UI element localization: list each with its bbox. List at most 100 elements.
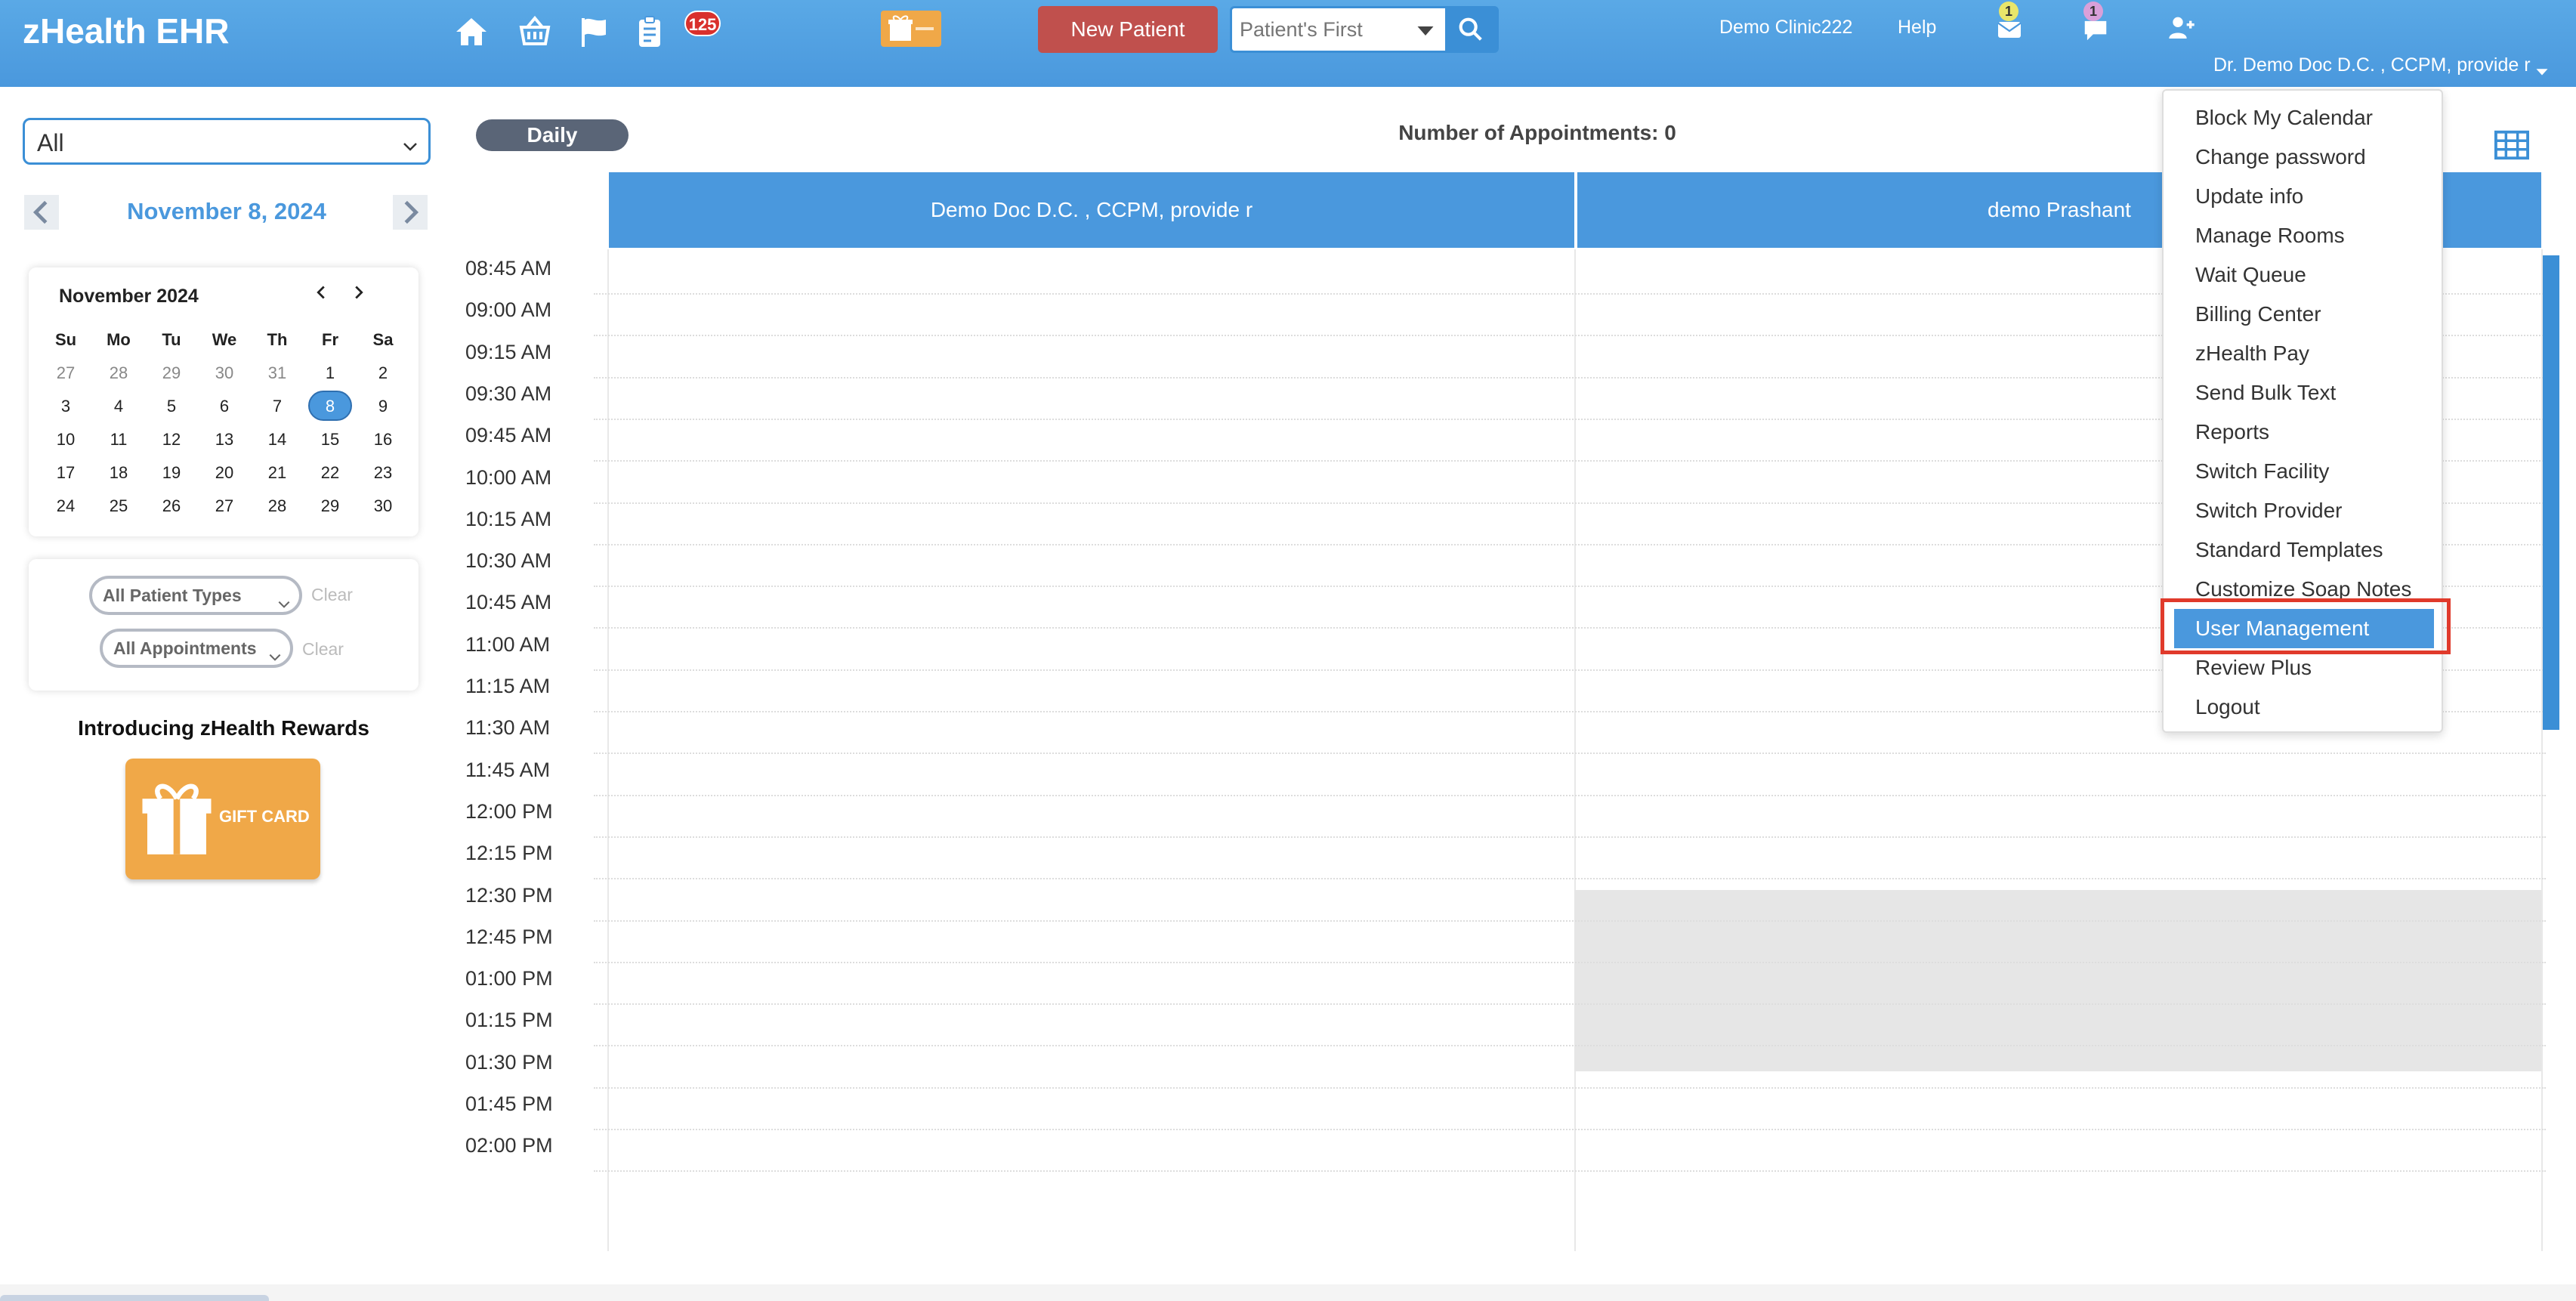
calendar-day[interactable]: 25 — [92, 490, 145, 523]
column-divider — [607, 249, 609, 1251]
menu-item-manage-rooms[interactable]: Manage Rooms — [2165, 216, 2442, 255]
provider-column-header[interactable]: Demo Doc D.C. , CCPM, provide r — [609, 172, 1574, 248]
time-slot-label: 10:15 AM — [465, 507, 552, 530]
new-patient-button[interactable]: New Patient — [1038, 6, 1218, 53]
calendar-day[interactable]: 28 — [251, 490, 304, 523]
clinic-name-link[interactable]: Demo Clinic222 — [1719, 17, 1852, 39]
add-user-icon[interactable] — [2165, 12, 2198, 42]
blocked-time-slot[interactable] — [1574, 890, 2541, 1071]
appointments-select[interactable]: All Appointments — [100, 629, 293, 668]
basket-icon[interactable] — [515, 14, 554, 50]
gift-icon — [142, 783, 212, 854]
home-icon[interactable] — [452, 14, 491, 50]
calendar-day[interactable]: 2 — [357, 357, 409, 390]
patient-search-input[interactable] — [1240, 13, 1406, 46]
clipboard-icon[interactable] — [630, 14, 669, 50]
time-slot-label: 11:30 AM — [465, 716, 551, 740]
notification-count-badge[interactable]: 125 — [684, 11, 721, 36]
app-title[interactable]: zHealth EHR — [23, 11, 229, 51]
next-day-button[interactable] — [393, 195, 428, 230]
calendar-day[interactable]: 21 — [251, 456, 304, 490]
calendar-day[interactable]: 22 — [304, 456, 357, 490]
calendar-day-label: 2 — [378, 363, 388, 382]
patient-types-select[interactable]: All Patient Types — [89, 576, 302, 615]
menu-item-switch-provider[interactable]: Switch Provider — [2165, 491, 2442, 530]
calendar-day[interactable]: 29 — [304, 490, 357, 523]
clear-appointments-button[interactable]: Clear — [302, 639, 344, 660]
previous-day-button[interactable] — [24, 195, 59, 230]
menu-item-billing-center[interactable]: Billing Center — [2165, 295, 2442, 334]
calendar-day[interactable]: 12 — [145, 423, 198, 456]
calendar-day-label: 5 — [166, 397, 177, 416]
calendar-day[interactable]: 15 — [304, 423, 357, 456]
help-link[interactable]: Help — [1898, 17, 1936, 39]
calendar-day[interactable]: 28 — [92, 357, 145, 390]
calendar-day[interactable]: 24 — [39, 490, 92, 523]
calendar-day[interactable]: 27 — [39, 357, 92, 390]
calendar-day[interactable]: 4 — [92, 390, 145, 423]
search-button[interactable] — [1445, 8, 1496, 51]
menu-item-reports[interactable]: Reports — [2165, 413, 2442, 452]
gift-card-banner[interactable]: GIFT CARD — [125, 759, 320, 879]
weekday-label: Sa — [372, 330, 394, 349]
calendar-day[interactable]: 18 — [92, 456, 145, 490]
search-icon — [1459, 17, 1482, 41]
menu-item-send-bulk-text[interactable]: Send Bulk Text — [2165, 373, 2442, 413]
menu-item-block-my-calendar[interactable]: Block My Calendar — [2165, 98, 2442, 138]
calendar-day-label: 14 — [267, 430, 287, 449]
calendar-day[interactable]: 13 — [198, 423, 251, 456]
daily-view-button[interactable]: Daily — [476, 119, 629, 151]
calendar-day[interactable]: 26 — [145, 490, 198, 523]
menu-item-switch-facility[interactable]: Switch Facility — [2165, 452, 2442, 491]
calendar-next-month-button[interactable] — [347, 281, 370, 304]
time-slot-label: 11:00 AM — [465, 632, 551, 656]
calendar-day[interactable]: 20 — [198, 456, 251, 490]
calendar-day[interactable]: 7 — [251, 390, 304, 423]
calendar-day[interactable]: 10 — [39, 423, 92, 456]
menu-item-update-info[interactable]: Update info — [2165, 177, 2442, 216]
chevron-down-icon — [276, 589, 292, 608]
calendar-day-label: 27 — [56, 363, 76, 382]
menu-item-change-password[interactable]: Change password — [2165, 138, 2442, 177]
calendar-prev-month-button[interactable] — [310, 281, 332, 304]
menu-item-wait-queue[interactable]: Wait Queue — [2165, 255, 2442, 295]
calendar-day[interactable]: 23 — [357, 456, 409, 490]
calendar-day[interactable]: 9 — [357, 390, 409, 423]
search-dropdown-icon[interactable] — [1412, 17, 1439, 43]
calendar-day-label: 4 — [113, 397, 124, 416]
calendar-day[interactable]: 5 — [145, 390, 198, 423]
calendar-day-label: 23 — [373, 463, 393, 482]
bottom-tab[interactable] — [0, 1295, 269, 1301]
calendar-day[interactable]: 29 — [145, 357, 198, 390]
clear-patient-types-button[interactable]: Clear — [311, 585, 353, 605]
calendar-day-label: 3 — [60, 397, 71, 416]
time-slot-label: 10:30 AM — [465, 549, 552, 573]
calendar-day-label: 19 — [162, 463, 181, 482]
grid-view-icon[interactable] — [2494, 130, 2529, 160]
calendar-day[interactable]: 30 — [198, 357, 251, 390]
calendar-day[interactable]: 8 — [304, 390, 357, 423]
calendar-day[interactable]: 3 — [39, 390, 92, 423]
calendar-day[interactable]: 27 — [198, 490, 251, 523]
calendar-day[interactable]: 19 — [145, 456, 198, 490]
user-menu-toggle[interactable]: Dr. Demo Doc D.C. , CCPM, provide r — [2213, 54, 2549, 76]
calendar-day[interactable]: 30 — [357, 490, 409, 523]
calendar-day[interactable]: 14 — [251, 423, 304, 456]
provider-filter-select[interactable]: All — [23, 118, 431, 165]
calendar-day[interactable]: 1 — [304, 357, 357, 390]
calendar-day[interactable]: 11 — [92, 423, 145, 456]
calendar-day-label: 8 — [308, 391, 352, 421]
calendar-day[interactable]: 16 — [357, 423, 409, 456]
calendar-day[interactable]: 31 — [251, 357, 304, 390]
weekday-label: Su — [54, 330, 77, 349]
calendar-day-label: 18 — [109, 463, 128, 482]
calendar-day[interactable]: 17 — [39, 456, 92, 490]
menu-item-logout[interactable]: Logout — [2165, 688, 2442, 727]
menu-item-zhealth-pay[interactable]: zHealth Pay — [2165, 334, 2442, 373]
calendar-day-label: 7 — [272, 397, 283, 416]
gift-card-icon[interactable] — [881, 11, 941, 47]
menu-item-standard-templates[interactable]: Standard Templates — [2165, 530, 2442, 570]
flag-icon[interactable] — [576, 14, 615, 50]
schedule-scrollbar[interactable] — [2543, 255, 2559, 730]
calendar-day[interactable]: 6 — [198, 390, 251, 423]
